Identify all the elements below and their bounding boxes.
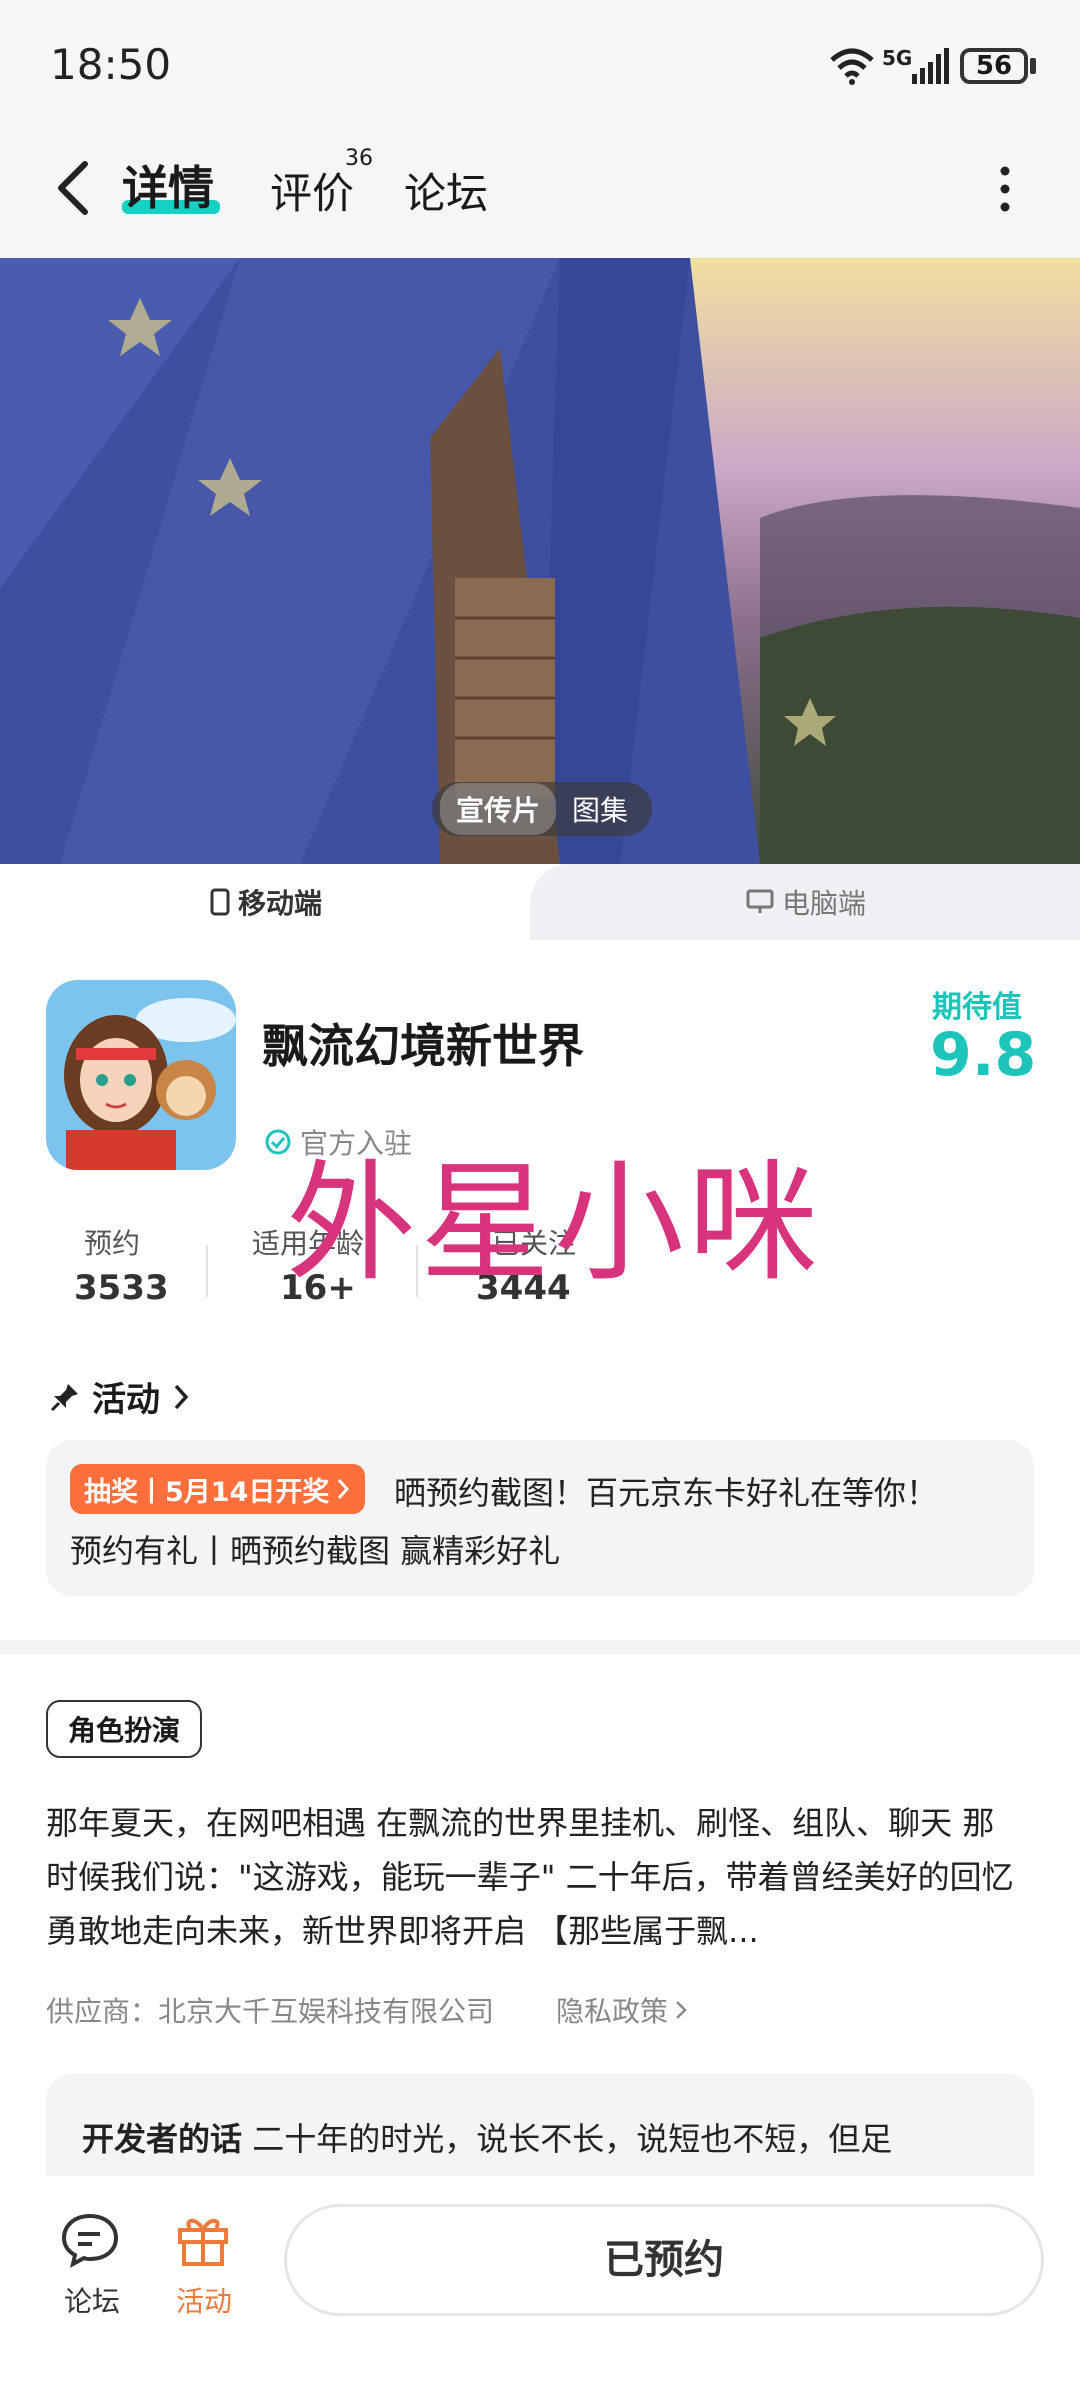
wifi-icon <box>830 48 874 85</box>
battery-tip <box>1030 58 1036 74</box>
platform-tab-mobile[interactable]: 移动端 <box>210 882 322 922</box>
lottery-badge-label: 抽奖丨5月14日开奖 <box>84 1476 330 1508</box>
activity-title: 活动 <box>92 1380 160 1420</box>
section-divider <box>0 1640 1080 1654</box>
platform-tab-pc-label: 电脑端 <box>782 887 867 920</box>
developer-note: 开发者的话 二十年的时光，说长不长，说短也不短，但足 <box>82 2112 1002 2166</box>
platform-tab-pc[interactable]: 电脑端 <box>746 882 866 922</box>
tab-forum[interactable]: 论坛 <box>404 160 488 221</box>
activity-headline: 晒预约截图！百元京东卡好礼在等你！ <box>394 1474 939 1512</box>
game-icon-art <box>46 980 236 1170</box>
pin-icon <box>50 1383 78 1411</box>
promo-video[interactable] <box>0 258 1080 864</box>
media-tab-gallery[interactable]: 图集 <box>556 783 644 835</box>
chevron-right-icon <box>338 1479 350 1499</box>
review-count-badge: 36 <box>345 146 373 171</box>
tab-detail[interactable]: 详情 <box>122 152 214 218</box>
chevron-right-icon <box>676 2001 687 2019</box>
signal-icon <box>912 48 949 84</box>
more-icon[interactable] <box>1000 166 1010 212</box>
supplier-text: 供应商：北京大千互娱科技有限公司 <box>46 1995 495 2028</box>
nav-activity-label[interactable]: 活动 <box>176 2280 232 2320</box>
chevron-right-icon <box>174 1384 189 1409</box>
genre-tag[interactable]: 角色扮演 <box>46 1700 203 1758</box>
media-tab-video[interactable]: 宣传片 <box>440 783 557 835</box>
privacy-policy-label: 隐私政策 <box>556 1995 669 2028</box>
expectation-score: 9.8 <box>930 1020 1037 1090</box>
platform-tab-mobile-label: 移动端 <box>238 887 323 920</box>
status-time: 18:50 <box>50 40 172 89</box>
privacy-policy-link[interactable]: 隐私政策 <box>556 1990 688 2030</box>
monitor-icon <box>746 889 774 913</box>
developer-note-text: 二十年的时光，说长不长，说短也不短，但足 <box>252 2120 893 2158</box>
gift-icon[interactable] <box>174 2210 232 2268</box>
stat-reservations-value: 3533 <box>74 1268 169 1308</box>
reserved-button[interactable]: 已预约 <box>284 2204 1044 2316</box>
nav-forum-label[interactable]: 论坛 <box>64 2280 120 2320</box>
tab-review[interactable]: 评价 <box>270 160 354 221</box>
lottery-badge[interactable]: 抽奖丨5月14日开奖 <box>70 1464 366 1514</box>
phone-icon <box>210 888 230 916</box>
promo-video-frame <box>0 258 1080 864</box>
media-type-toggle: 宣传片 图集 <box>432 782 653 836</box>
activity-section-header[interactable]: 活动 <box>50 1372 190 1421</box>
game-icon <box>46 980 236 1170</box>
activity-subline: 预约有礼丨晒预约截图 赢精彩好礼 <box>70 1532 561 1570</box>
stat-reservations-label: 预约 <box>84 1227 141 1260</box>
watermark-text: 外星小咪 <box>286 1147 823 1299</box>
battery-indicator: 56 <box>960 48 1028 84</box>
back-icon[interactable] <box>55 160 91 216</box>
developer-note-title: 开发者的话 <box>82 2120 243 2158</box>
game-description[interactable]: 那年夏天，在网吧相遇 在飘流的世界里挂机、刷怪、组队、聊天 那时候我们说："这游… <box>46 1796 1026 1958</box>
network-type: 5G <box>882 46 913 70</box>
forum-icon[interactable] <box>60 2212 120 2268</box>
stat-divider <box>206 1245 208 1297</box>
game-title: 飘流幻境新世界 <box>262 1019 584 1073</box>
